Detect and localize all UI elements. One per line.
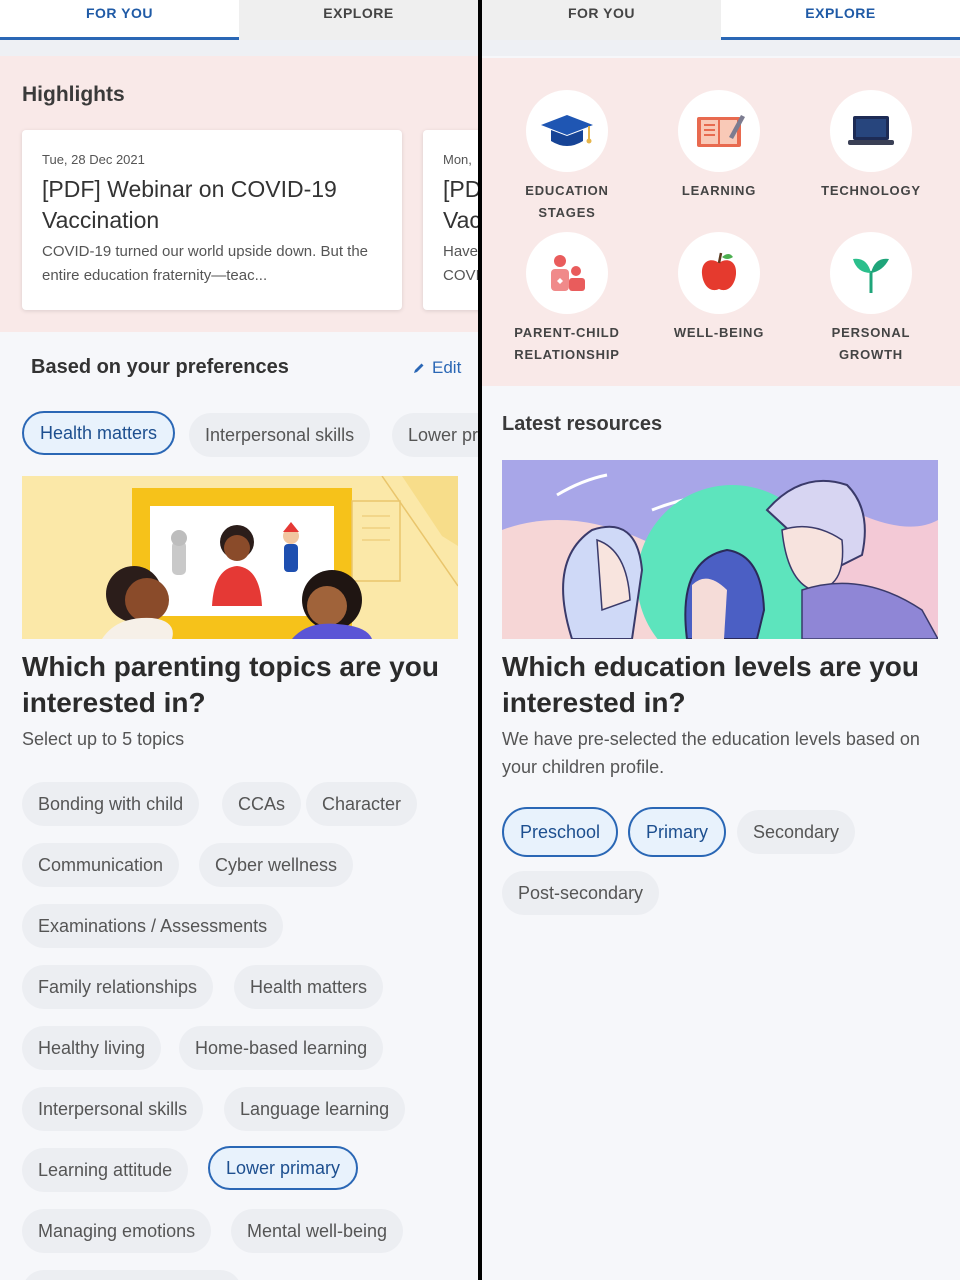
topic-chip[interactable]: Language learning bbox=[224, 1087, 406, 1131]
tab-explore[interactable]: EXPLORE bbox=[239, 0, 478, 40]
category-label: PERSONAL GROWTH bbox=[831, 325, 911, 362]
card-date: Tue, 28 Dec 2021 bbox=[42, 152, 145, 167]
edit-button[interactable]: Edit bbox=[412, 358, 461, 378]
levels-subtitle: We have pre-selected the education level… bbox=[502, 729, 920, 777]
tab-for-you[interactable]: FOR YOU bbox=[0, 0, 239, 40]
topic-chip[interactable]: Healthy living bbox=[22, 1026, 162, 1070]
topic-chip[interactable]: Managing emotions bbox=[22, 1209, 212, 1253]
topic-chip-partial[interactable] bbox=[22, 1270, 242, 1280]
parenting-illustration bbox=[22, 476, 458, 639]
category-label: TECHNOLOGY bbox=[821, 183, 921, 198]
pref-chip-interpersonal-skills[interactable]: Interpersonal skills bbox=[189, 413, 371, 457]
topic-chip[interactable]: Interpersonal skills bbox=[22, 1087, 204, 1131]
tab-bar: FOR YOU EXPLORE bbox=[0, 0, 478, 40]
card-title: [PD Vac bbox=[443, 176, 478, 233]
preferences-title: Based on your preferences bbox=[31, 356, 289, 378]
category-personal-growth[interactable]: PERSONAL GROWTH bbox=[796, 232, 946, 366]
latest-resources-title: Latest resources bbox=[502, 413, 663, 435]
topic-chip[interactable]: Home-based learning bbox=[179, 1026, 384, 1070]
card-date: Mon, bbox=[443, 152, 472, 167]
category-parent-child-relationship[interactable]: PARENT-CHILD RELATIONSHIP bbox=[492, 232, 642, 366]
tab-for-you[interactable]: FOR YOU bbox=[482, 0, 721, 40]
laptop-icon bbox=[848, 116, 894, 145]
topic-chip[interactable]: Learning attitude bbox=[22, 1148, 189, 1192]
category-well-being[interactable]: WELL-BEING bbox=[644, 232, 794, 344]
level-chip-primary[interactable]: Primary bbox=[628, 807, 726, 857]
category-learning[interactable]: LEARNING bbox=[644, 90, 794, 202]
topic-chip[interactable]: Bonding with child bbox=[22, 782, 200, 826]
level-chip-preschool[interactable]: Preschool bbox=[502, 807, 619, 857]
topic-chip[interactable]: Health matters bbox=[234, 965, 384, 1009]
category-technology[interactable]: TECHNOLOGY bbox=[796, 90, 946, 202]
level-chip-post-secondary[interactable]: Post-secondary bbox=[502, 871, 660, 915]
topic-chip[interactable]: Mental well-being bbox=[231, 1209, 404, 1253]
highlight-card[interactable]: Mon, [PD Vac Have COVI bbox=[423, 130, 478, 310]
category-label: PARENT-CHILD RELATIONSHIP bbox=[514, 325, 620, 362]
category-label: EDUCATION STAGES bbox=[525, 183, 609, 220]
topics-subtitle: Select up to 5 topics bbox=[22, 729, 185, 749]
sprout-icon bbox=[853, 258, 889, 293]
topic-chip[interactable]: CCAs bbox=[222, 782, 302, 826]
pencil-icon bbox=[414, 363, 424, 373]
card-title: [PDF] Webinar on COVID-19 Vaccination bbox=[42, 176, 337, 233]
pref-chip-lower-primary[interactable]: Lower pr bbox=[392, 413, 478, 457]
graduation-cap-icon bbox=[541, 115, 593, 146]
explore-screen: FOR YOU EXPLORE EDUCATION STAGES LEARNIN… bbox=[482, 0, 960, 1280]
topic-chip[interactable]: Communication bbox=[22, 843, 180, 887]
highlights-title: Highlights bbox=[22, 83, 125, 106]
tab-bar: FOR YOU EXPLORE bbox=[482, 0, 960, 40]
category-education-stages[interactable]: EDUCATION STAGES bbox=[492, 90, 642, 224]
category-label: LEARNING bbox=[681, 183, 757, 198]
tab-divider bbox=[0, 40, 478, 56]
topic-chip-selected[interactable]: Lower primary bbox=[208, 1146, 359, 1190]
tab-explore[interactable]: EXPLORE bbox=[721, 0, 960, 40]
topic-chip[interactable]: Family relationships bbox=[22, 965, 214, 1009]
resources-illustration bbox=[502, 460, 938, 639]
book-icon bbox=[697, 115, 745, 147]
card-description: COVID-19 turned our world upside down. B… bbox=[42, 243, 369, 284]
for-you-screen: FOR YOU EXPLORE Highlights Tue, 28 Dec 2… bbox=[0, 0, 478, 1280]
apple-icon bbox=[701, 252, 737, 291]
topic-chip[interactable]: Examinations / Assessments bbox=[22, 904, 284, 948]
topic-chip[interactable]: Cyber wellness bbox=[199, 843, 354, 887]
level-chip-secondary[interactable]: Secondary bbox=[737, 810, 856, 854]
topics-question: Which parenting topics are you intereste… bbox=[22, 651, 439, 718]
edit-label: Edit bbox=[432, 358, 462, 377]
parent-child-icon bbox=[551, 255, 585, 291]
levels-question: Which education levels are you intereste… bbox=[502, 651, 920, 718]
topic-chip[interactable]: Character bbox=[306, 782, 418, 826]
pref-chip-health-matters[interactable]: Health matters bbox=[22, 411, 176, 455]
category-label: WELL-BEING bbox=[673, 325, 765, 340]
card-description: Have COVI bbox=[443, 243, 478, 284]
highlight-card[interactable]: Tue, 28 Dec 2021 [PDF] Webinar on COVID-… bbox=[22, 130, 402, 310]
tab-divider bbox=[482, 40, 960, 56]
